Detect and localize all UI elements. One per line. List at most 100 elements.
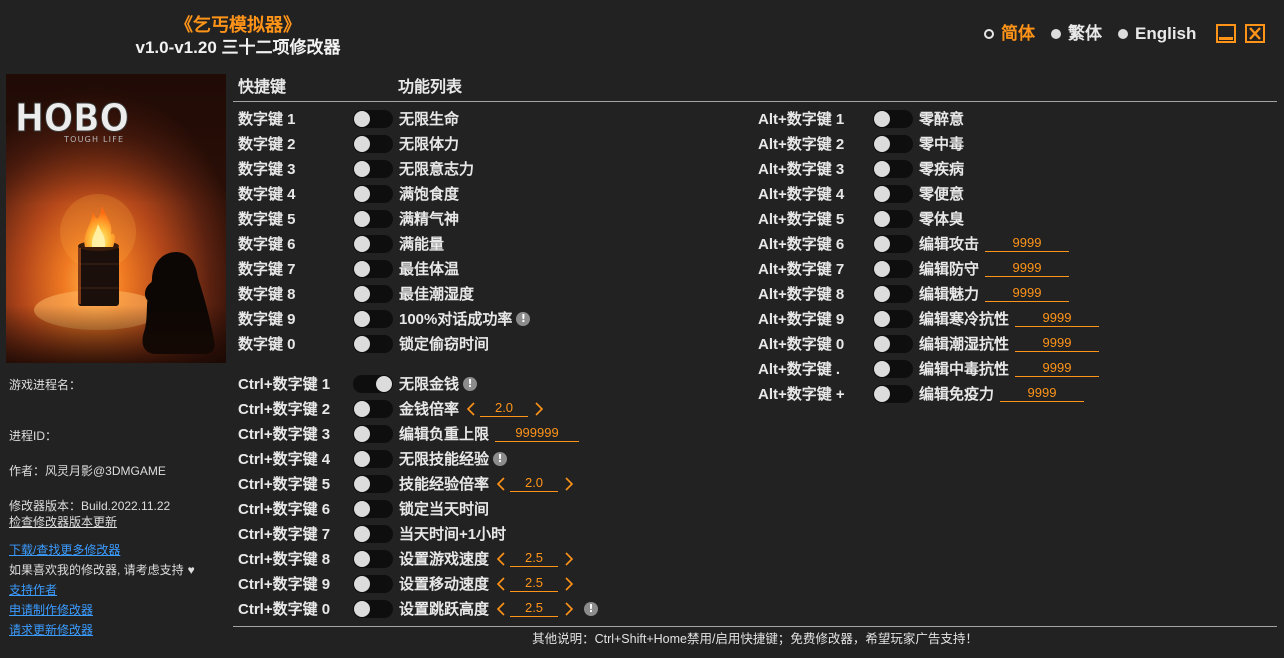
cheat-toggle[interactable] <box>873 259 913 278</box>
cheat-toggle[interactable] <box>353 574 393 593</box>
cheat-toggle[interactable] <box>873 184 913 203</box>
hotkey-label: Ctrl+数字键 2 <box>238 401 331 418</box>
increase-arrow-icon[interactable] <box>564 601 574 616</box>
value-input[interactable]: 9999 <box>1015 335 1100 352</box>
cheat-toggle[interactable] <box>873 334 913 353</box>
increase-arrow-icon[interactable] <box>534 401 544 416</box>
value-input[interactable]: 9999 <box>985 260 1070 277</box>
cheat-toggle[interactable] <box>353 449 393 468</box>
toggle-knob <box>354 310 370 327</box>
heart-icon <box>188 562 195 578</box>
increase-arrow-icon[interactable] <box>564 476 574 491</box>
value-input[interactable]: 9999 <box>1015 360 1100 377</box>
value-input[interactable]: 9999 <box>985 235 1070 252</box>
cheat-toggle[interactable] <box>353 284 393 303</box>
language-option-traditional[interactable]: 繁体 <box>1051 23 1102 45</box>
check-update-link[interactable]: 检查修改器版本更新 <box>9 514 117 530</box>
cheat-toggle[interactable] <box>353 209 393 228</box>
request-trainer-link[interactable]: 申请制作修改器 <box>9 602 93 618</box>
hotkey-label: Alt+数字键 1 <box>758 111 845 128</box>
cheat-toggle[interactable] <box>873 359 913 378</box>
cheat-label: 编辑防守 <box>919 261 980 278</box>
cheat-label: 编辑潮湿抗性 <box>919 336 1010 353</box>
language-option-simplified[interactable]: 简体 <box>984 23 1035 45</box>
request-update-link[interactable]: 请求更新修改器 <box>9 622 93 638</box>
cheat-toggle[interactable] <box>353 399 393 418</box>
hotkey-label: Ctrl+数字键 6 <box>238 501 331 518</box>
value-input[interactable]: 9999 <box>985 285 1070 302</box>
cheat-toggle[interactable] <box>353 499 393 518</box>
radio-icon[interactable] <box>1051 29 1061 39</box>
info-icon <box>584 601 599 616</box>
cheat-toggle[interactable] <box>873 384 913 403</box>
toggle-knob <box>874 360 890 377</box>
hotkey-label: 数字键 4 <box>238 186 296 203</box>
language-option-english[interactable]: English <box>1118 23 1196 45</box>
decrease-arrow-icon[interactable] <box>496 601 506 616</box>
cheat-toggle[interactable] <box>353 259 393 278</box>
cheat-toggle[interactable] <box>873 134 913 153</box>
radio-icon[interactable] <box>1118 29 1128 39</box>
increase-arrow-icon[interactable] <box>564 551 574 566</box>
radio-icon[interactable] <box>984 29 994 39</box>
cheat-toggle[interactable] <box>353 374 393 393</box>
toggle-knob <box>354 575 370 592</box>
cheat-toggle[interactable] <box>353 599 393 618</box>
increase-arrow-icon[interactable] <box>564 576 574 591</box>
support-author-link[interactable]: 支持作者 <box>9 582 57 598</box>
toggle-knob <box>874 285 890 302</box>
cheat-toggle[interactable] <box>353 474 393 493</box>
value-input[interactable]: 999999 <box>495 425 580 442</box>
decrease-arrow-icon[interactable] <box>466 401 476 416</box>
cheat-row: Ctrl+数字键 8 设置游戏速度 2.5 <box>238 546 598 571</box>
hotkey-label: Alt+数字键 0 <box>758 336 845 353</box>
download-more-link[interactable]: 下载/查找更多修改器 <box>9 542 120 558</box>
hotkey-label: Alt+数字键 9 <box>758 311 845 328</box>
minimize-button[interactable] <box>1216 24 1236 43</box>
author-text: 作者：风灵月影@3DMGAME <box>9 464 166 478</box>
cheat-toggle[interactable] <box>873 284 913 303</box>
cheat-toggle[interactable] <box>873 209 913 228</box>
cheat-label: 设置游戏速度 <box>399 551 490 568</box>
toggle-knob <box>354 210 370 227</box>
decrease-arrow-icon[interactable] <box>496 551 506 566</box>
language-selector: 简体 繁体 English <box>984 23 1196 45</box>
cheat-toggle[interactable] <box>353 159 393 178</box>
cheat-toggle[interactable] <box>353 109 393 128</box>
cheat-toggle[interactable] <box>353 184 393 203</box>
cheat-label: 100%对话成功率 <box>399 311 513 328</box>
spinner-value-input[interactable]: 2.5 <box>510 550 559 567</box>
hotkey-label: 数字键 0 <box>238 336 296 353</box>
cheat-toggle[interactable] <box>353 524 393 543</box>
cheat-toggle[interactable] <box>353 424 393 443</box>
cheat-label: 编辑攻击 <box>919 236 980 253</box>
toggle-knob <box>874 110 890 127</box>
decrease-arrow-icon[interactable] <box>496 476 506 491</box>
cheat-label: 满饱食度 <box>399 186 460 203</box>
cheat-toggle[interactable] <box>873 159 913 178</box>
cheat-toggle[interactable] <box>353 549 393 568</box>
spinner-value-input[interactable]: 2.5 <box>510 575 559 592</box>
decrease-arrow-icon[interactable] <box>496 576 506 591</box>
cheat-toggle[interactable] <box>873 309 913 328</box>
cheat-toggle[interactable] <box>353 234 393 253</box>
spinner-value-input[interactable]: 2.0 <box>510 475 559 492</box>
numpad-cheat-list: 数字键 1 无限生命 数字键 2 无限体力 数字键 3 无限意志力 数字键 4 满饱食度 数字键… <box>238 106 531 356</box>
cheat-row: Ctrl+数字键 6 锁定当天时间 <box>238 496 598 521</box>
cheat-label: 金钱倍率 <box>399 401 460 418</box>
cheat-toggle[interactable] <box>873 109 913 128</box>
value-input[interactable]: 9999 <box>1015 310 1100 327</box>
toggle-knob <box>376 375 392 392</box>
hotkey-label: 数字键 6 <box>238 236 296 253</box>
cheat-row: Alt+数字键 6 编辑攻击 9999 <box>758 231 1099 256</box>
spinner-value-input[interactable]: 2.0 <box>480 400 529 417</box>
cheat-toggle[interactable] <box>873 234 913 253</box>
cheat-label: 编辑寒冷抗性 <box>919 311 1010 328</box>
cheat-toggle[interactable] <box>353 309 393 328</box>
cheat-toggle[interactable] <box>353 134 393 153</box>
close-button[interactable] <box>1245 24 1265 43</box>
value-input[interactable]: 9999 <box>1000 385 1085 402</box>
cheat-toggle[interactable] <box>353 334 393 353</box>
spinner-value-input[interactable]: 2.5 <box>510 600 559 617</box>
toggle-knob <box>354 400 370 417</box>
